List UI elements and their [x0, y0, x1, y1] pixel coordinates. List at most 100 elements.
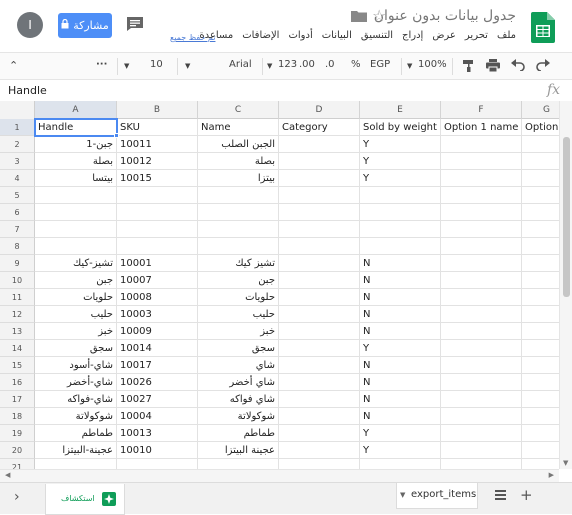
menu-help[interactable]: مساعدة — [199, 30, 233, 46]
account-avatar[interactable]: I — [17, 12, 43, 38]
font-dropdown-icon[interactable]: ▼ — [185, 62, 190, 70]
cell-d14[interactable] — [279, 340, 360, 357]
row-header[interactable]: 14 — [0, 340, 35, 357]
print-icon[interactable] — [486, 59, 500, 75]
cell-f4[interactable] — [441, 170, 522, 187]
cell-a3[interactable]: بصلة — [35, 153, 117, 170]
cell-g15[interactable] — [522, 357, 559, 374]
row-header[interactable]: 8 — [0, 238, 35, 255]
scroll-down-arrow-icon[interactable]: ▼ — [563, 459, 568, 467]
cell-a5[interactable] — [35, 187, 117, 204]
select-all-corner[interactable] — [0, 101, 35, 119]
cell-b1[interactable]: SKU — [117, 119, 198, 136]
cell-a9[interactable]: تشيز-كيك — [35, 255, 117, 272]
cell-d6[interactable] — [279, 204, 360, 221]
cell-f11[interactable] — [441, 289, 522, 306]
cell-f14[interactable] — [441, 340, 522, 357]
cell-g19[interactable] — [522, 425, 559, 442]
cell-c15[interactable]: شاي — [198, 357, 279, 374]
font-size-select[interactable]: 10 — [150, 59, 163, 70]
font-size-dropdown-icon[interactable]: ▼ — [124, 62, 129, 70]
cell-b11[interactable]: 10008 — [117, 289, 198, 306]
cell-a18[interactable]: شوكولاتة — [35, 408, 117, 425]
row-header[interactable]: 6 — [0, 204, 35, 221]
cell-g11[interactable] — [522, 289, 559, 306]
fill-handle[interactable] — [114, 133, 119, 138]
cell-e12[interactable]: N — [360, 306, 441, 323]
sheet-tab-dropdown-icon[interactable]: ▼ — [400, 483, 405, 507]
cell-c6[interactable] — [198, 204, 279, 221]
menu-format[interactable]: التنسيق — [361, 30, 393, 46]
spreadsheet-grid[interactable]: ABCDEFG 1 Handle SKU Name Category Sold by we… — [0, 101, 559, 469]
sheets-logo-icon[interactable] — [531, 12, 555, 43]
formula-input[interactable]: Handle — [8, 84, 47, 97]
row-header[interactable]: 16 — [0, 374, 35, 391]
cell-d21[interactable] — [279, 459, 360, 469]
cell-b4[interactable]: 10015 — [117, 170, 198, 187]
cell-g17[interactable] — [522, 391, 559, 408]
cell-e7[interactable] — [360, 221, 441, 238]
cell-a6[interactable] — [35, 204, 117, 221]
cell-c19[interactable]: طماطم — [198, 425, 279, 442]
cell-c21[interactable] — [198, 459, 279, 469]
cell-g18[interactable] — [522, 408, 559, 425]
cell-d17[interactable] — [279, 391, 360, 408]
cell-a17[interactable]: شاي-فواكه — [35, 391, 117, 408]
cell-f2[interactable] — [441, 136, 522, 153]
row-header[interactable]: 1 — [0, 119, 35, 136]
cell-b15[interactable]: 10017 — [117, 357, 198, 374]
cell-a12[interactable]: حليب — [35, 306, 117, 323]
font-family-select[interactable]: Arial — [229, 59, 252, 70]
cell-e19[interactable]: Y — [360, 425, 441, 442]
cell-a20[interactable]: عجينة-البيتزا — [35, 442, 117, 459]
cell-b20[interactable]: 10010 — [117, 442, 198, 459]
cell-d7[interactable] — [279, 221, 360, 238]
column-header-c[interactable]: C — [198, 101, 279, 119]
cell-a21[interactable] — [35, 459, 117, 469]
menu-data[interactable]: البيانات — [322, 30, 352, 46]
cell-a2[interactable]: جبن-1 — [35, 136, 117, 153]
cell-b2[interactable]: 10011 — [117, 136, 198, 153]
cell-c8[interactable] — [198, 238, 279, 255]
cell-a1[interactable]: Handle — [35, 119, 117, 136]
cell-c2[interactable]: الجبن الصلب — [198, 136, 279, 153]
cell-g6[interactable] — [522, 204, 559, 221]
row-header[interactable]: 4 — [0, 170, 35, 187]
cell-a8[interactable] — [35, 238, 117, 255]
row-header[interactable]: 21 — [0, 459, 35, 469]
increase-decimal-button[interactable]: .00 — [299, 59, 315, 70]
cell-a15[interactable]: شاي-أسود — [35, 357, 117, 374]
cell-b10[interactable]: 10007 — [117, 272, 198, 289]
cell-d5[interactable] — [279, 187, 360, 204]
folder-icon[interactable] — [351, 10, 367, 22]
cell-f21[interactable] — [441, 459, 522, 469]
all-sheets-list-icon[interactable] — [495, 490, 506, 503]
vertical-scrollbar[interactable]: ▼ — [559, 101, 572, 469]
cell-f7[interactable] — [441, 221, 522, 238]
cell-d20[interactable] — [279, 442, 360, 459]
column-header-a[interactable]: A — [35, 101, 117, 119]
cell-f20[interactable] — [441, 442, 522, 459]
column-header-d[interactable]: D — [279, 101, 360, 119]
cell-b17[interactable]: 10027 — [117, 391, 198, 408]
cell-b21[interactable] — [117, 459, 198, 469]
cell-g5[interactable] — [522, 187, 559, 204]
cell-c18[interactable]: شوكولاتة — [198, 408, 279, 425]
cell-f3[interactable] — [441, 153, 522, 170]
cell-d2[interactable] — [279, 136, 360, 153]
cell-g21[interactable] — [522, 459, 559, 469]
cell-d13[interactable] — [279, 323, 360, 340]
cell-d11[interactable] — [279, 289, 360, 306]
cell-e16[interactable]: N — [360, 374, 441, 391]
cell-b14[interactable]: 10014 — [117, 340, 198, 357]
undo-icon[interactable] — [511, 59, 525, 74]
row-header[interactable]: 18 — [0, 408, 35, 425]
collapse-chevron-icon[interactable]: ⌃ — [9, 59, 18, 72]
cell-d19[interactable] — [279, 425, 360, 442]
scroll-left-arrow-icon[interactable]: ◀ — [5, 471, 10, 479]
cell-f10[interactable] — [441, 272, 522, 289]
cell-a7[interactable] — [35, 221, 117, 238]
row-header[interactable]: 15 — [0, 357, 35, 374]
cell-e6[interactable] — [360, 204, 441, 221]
cell-c4[interactable]: بيتزا — [198, 170, 279, 187]
